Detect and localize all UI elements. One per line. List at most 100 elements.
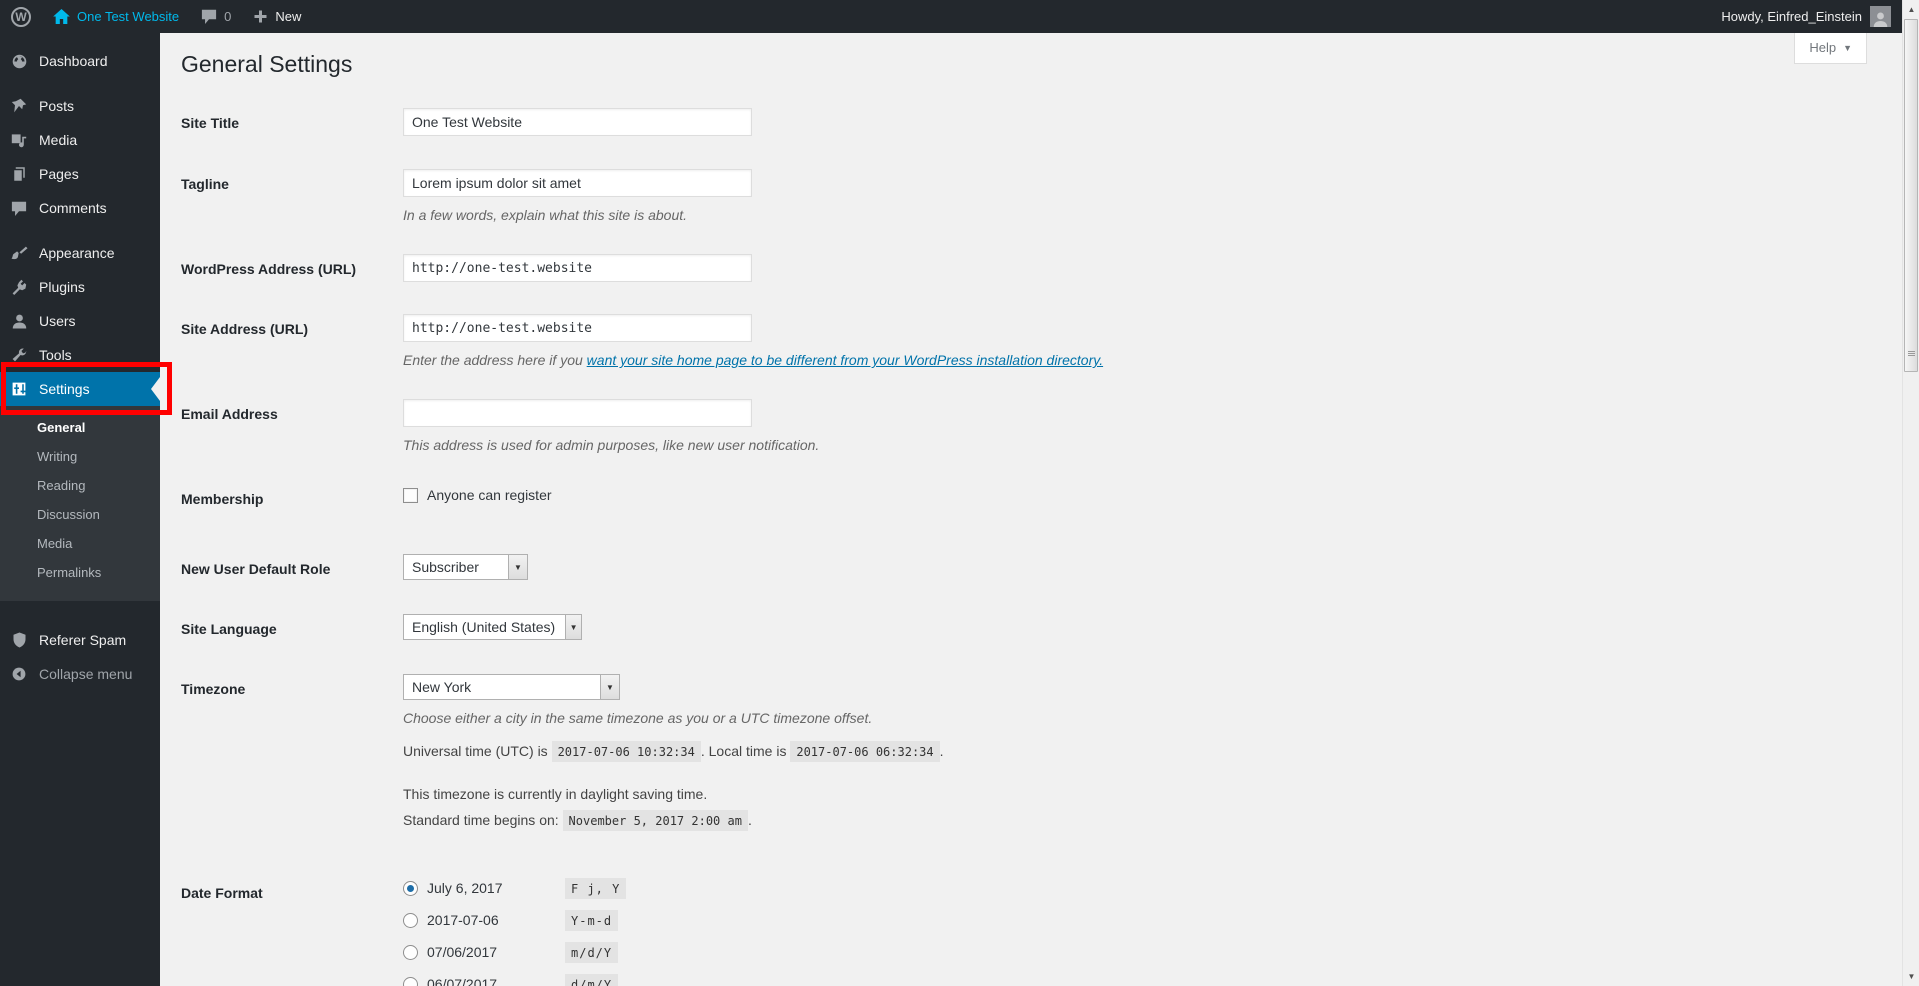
shield-icon xyxy=(9,632,29,648)
sidebar-item-settings[interactable]: Settings xyxy=(0,372,160,406)
new-user-role-select[interactable]: Subscriber ▼ xyxy=(403,554,528,580)
wordpress-address-row: WordPress Address (URL) xyxy=(181,254,1862,282)
date-format-option-text: July 6, 2017 xyxy=(427,880,565,896)
sidebar-item-tools[interactable]: Tools xyxy=(0,338,160,372)
tagline-label: Tagline xyxy=(181,169,403,224)
sidebar-item-label: Collapse menu xyxy=(39,666,132,682)
submenu-item-reading[interactable]: Reading xyxy=(0,471,160,500)
submenu-item-media[interactable]: Media xyxy=(0,529,160,558)
new-user-role-label: New User Default Role xyxy=(181,554,403,580)
sidebar-item-plugins[interactable]: Plugins xyxy=(0,270,160,304)
site-address-help: Enter the address here if you want your … xyxy=(403,351,1862,369)
tagline-row: Tagline In a few words, explain what thi… xyxy=(181,169,1862,224)
settings-sliders-icon xyxy=(9,381,29,397)
sidebar-item-posts[interactable]: Posts xyxy=(0,89,160,123)
new-user-role-value: Subscriber xyxy=(404,555,489,579)
site-language-select[interactable]: English (United States) ▼ xyxy=(403,614,582,640)
date-format-code: F j, Y xyxy=(565,878,626,899)
email-address-input[interactable] xyxy=(403,399,752,427)
date-format-code: m/d/Y xyxy=(565,942,618,963)
timezone-label: Timezone xyxy=(181,674,403,832)
sidebar-item-label: Plugins xyxy=(39,279,85,295)
wordpress-logo-menu[interactable]: W xyxy=(0,0,42,33)
sidebar-item-label: Referer Spam xyxy=(39,632,126,648)
submenu-item-writing[interactable]: Writing xyxy=(0,442,160,471)
sidebar-item-referer-spam[interactable]: Referer Spam xyxy=(0,623,160,657)
date-format-option-text: 06/07/2017 xyxy=(427,976,565,986)
membership-label: Membership xyxy=(181,484,403,508)
site-title-label: Site Title xyxy=(181,108,403,136)
anyone-can-register-checkbox[interactable] xyxy=(403,488,418,503)
sidebar-item-collapse-menu[interactable]: Collapse menu xyxy=(0,657,160,691)
help-button[interactable]: Help ▼ xyxy=(1794,33,1867,64)
site-language-row: Site Language English (United States) ▼ xyxy=(181,614,1862,640)
site-address-row: Site Address (URL) Enter the address her… xyxy=(181,314,1862,369)
comment-count: 0 xyxy=(224,9,231,24)
wordpress-address-input[interactable] xyxy=(403,254,752,282)
dashboard-icon xyxy=(9,53,29,70)
comments-icon xyxy=(9,201,29,216)
home-icon xyxy=(53,9,70,24)
date-format-code: Y-m-d xyxy=(565,910,618,931)
admin-sidebar: Dashboard Posts Media Pages Comments App… xyxy=(0,33,160,986)
select-arrow-icon: ▼ xyxy=(600,675,619,699)
vertical-scrollbar[interactable]: ▲ ▼ xyxy=(1902,0,1919,986)
site-title-input[interactable] xyxy=(403,108,752,136)
plug-icon xyxy=(9,279,29,295)
new-content-menu[interactable]: New xyxy=(242,0,312,33)
plus-icon xyxy=(253,9,268,24)
tagline-input[interactable] xyxy=(403,169,752,197)
date-format-option: 2017-07-06 Y-m-d xyxy=(403,910,1862,930)
submenu-item-general[interactable]: General xyxy=(0,413,160,442)
date-format-radio[interactable] xyxy=(403,977,418,986)
submenu-item-discussion[interactable]: Discussion xyxy=(0,500,160,529)
site-language-label: Site Language xyxy=(181,614,403,640)
email-address-row: Email Address This address is used for a… xyxy=(181,399,1862,454)
submenu-item-permalinks[interactable]: Permalinks xyxy=(0,558,160,587)
local-prefix: . Local time is xyxy=(701,743,787,759)
home-page-different-link[interactable]: want your site home page to be different… xyxy=(587,352,1103,368)
sidebar-item-label: Pages xyxy=(39,166,79,182)
local-time-code: 2017-07-06 06:32:34 xyxy=(790,741,939,762)
new-user-role-row: New User Default Role Subscriber ▼ xyxy=(181,554,1862,580)
scrollbar-thumb[interactable] xyxy=(1904,19,1918,372)
sidebar-item-media[interactable]: Media xyxy=(0,123,160,157)
timezone-select[interactable]: New York ▼ xyxy=(403,674,620,700)
std-time-code: November 5, 2017 2:00 am xyxy=(563,810,748,831)
howdy-account-label[interactable]: Howdy, Einfred_Einstein xyxy=(1721,9,1862,24)
sidebar-item-label: Media xyxy=(39,132,77,148)
dst-note: This timezone is currently in daylight s… xyxy=(403,783,1862,805)
membership-row: Membership Anyone can register xyxy=(181,484,1862,508)
comment-bubble-icon xyxy=(201,9,217,24)
admin-bar: W One Test Website 0 New Howdy, Einfred_… xyxy=(0,0,1919,33)
date-format-option: 07/06/2017 m/d/Y xyxy=(403,942,1862,962)
select-arrow-icon: ▼ xyxy=(565,615,581,639)
scroll-down-arrow[interactable]: ▼ xyxy=(1903,968,1919,985)
comments-menu[interactable]: 0 xyxy=(190,0,242,33)
date-format-radio[interactable] xyxy=(403,945,418,960)
chevron-down-icon: ▼ xyxy=(1843,43,1852,53)
site-address-label: Site Address (URL) xyxy=(181,314,403,369)
site-address-input[interactable] xyxy=(403,314,752,342)
date-format-radio[interactable] xyxy=(403,913,418,928)
email-address-label: Email Address xyxy=(181,399,403,454)
date-format-radio[interactable] xyxy=(403,881,418,896)
date-format-option-text: 2017-07-06 xyxy=(427,912,565,928)
pages-icon xyxy=(9,166,29,182)
date-format-option: 06/07/2017 d/m/Y xyxy=(403,974,1862,986)
tagline-help: In a few words, explain what this site i… xyxy=(403,206,1862,224)
site-name-menu[interactable]: One Test Website xyxy=(42,0,190,33)
sidebar-item-comments[interactable]: Comments xyxy=(0,191,160,225)
sidebar-item-pages[interactable]: Pages xyxy=(0,157,160,191)
site-language-value: English (United States) xyxy=(404,615,565,639)
sidebar-item-dashboard[interactable]: Dashboard xyxy=(0,44,160,78)
scroll-up-arrow[interactable]: ▲ xyxy=(1903,1,1919,18)
email-address-help: This address is used for admin purposes,… xyxy=(403,436,1862,454)
brush-icon xyxy=(9,245,29,261)
sidebar-item-appearance[interactable]: Appearance xyxy=(0,236,160,270)
sidebar-item-users[interactable]: Users xyxy=(0,304,160,338)
media-icon xyxy=(9,132,29,148)
help-label: Help xyxy=(1809,40,1836,55)
sidebar-item-label: Posts xyxy=(39,98,74,114)
user-avatar[interactable] xyxy=(1870,6,1891,27)
